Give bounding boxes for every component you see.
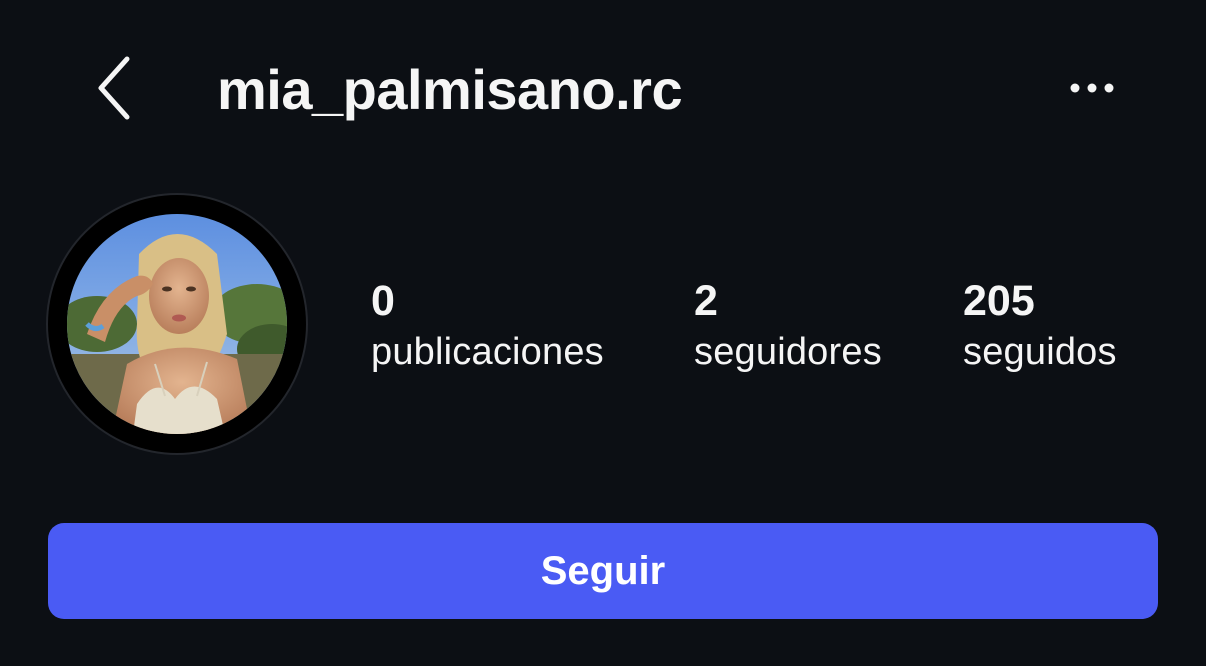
back-button[interactable]: [88, 52, 142, 124]
chevron-left-icon: [98, 56, 130, 120]
more-options-button[interactable]: [1060, 66, 1124, 110]
stat-followers[interactable]: 2 seguidores: [694, 276, 882, 378]
more-horizontal-icon: [1070, 83, 1114, 93]
stat-followers-label: seguidores: [694, 331, 882, 373]
follow-button[interactable]: Seguir: [48, 523, 1158, 619]
stat-following-value: 205: [963, 277, 1035, 325]
stat-posts[interactable]: 0 publicaciones: [371, 276, 604, 378]
stat-posts-value: 0: [371, 277, 395, 325]
profile-photo: [67, 214, 287, 434]
stat-following[interactable]: 205 seguidos: [963, 276, 1117, 378]
stat-posts-label: publicaciones: [371, 331, 604, 373]
stat-followers-value: 2: [694, 277, 718, 325]
stat-following-label: seguidos: [963, 331, 1117, 373]
profile-username: mia_palmisano.rc: [217, 58, 683, 121]
avatar[interactable]: [67, 214, 287, 434]
